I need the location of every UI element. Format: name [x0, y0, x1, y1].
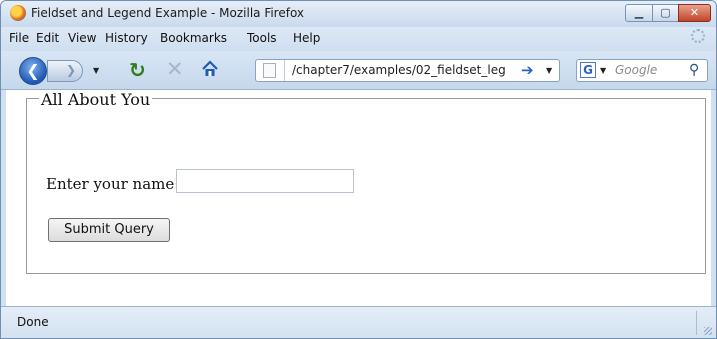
- magnifier-icon[interactable]: ⚲: [689, 62, 699, 78]
- menu-edit[interactable]: Edit: [36, 31, 59, 45]
- navigation-toolbar: ❮ ❯ ▼ ↻ ✕ /chapter7/examples/02_fieldset…: [1, 51, 716, 90]
- forward-button[interactable]: ❯: [47, 60, 83, 82]
- reload-icon[interactable]: ↻: [129, 58, 146, 82]
- submit-button[interactable]: Submit Query: [48, 218, 170, 242]
- status-text: Done: [17, 315, 49, 329]
- stop-icon[interactable]: ✕: [166, 57, 184, 81]
- page-icon: [263, 63, 276, 78]
- firefox-logo-icon: [10, 5, 26, 21]
- back-button[interactable]: ❮: [19, 57, 47, 85]
- history-dropdown-icon[interactable]: ▼: [93, 66, 99, 75]
- url-input[interactable]: /chapter7/examples/02_fieldset_leg: [292, 63, 506, 77]
- menu-history[interactable]: History: [105, 31, 148, 45]
- resize-grip-icon[interactable]: [704, 327, 712, 335]
- close-button[interactable]: ✕: [678, 4, 711, 22]
- maximize-button[interactable]: ▢: [652, 4, 679, 22]
- url-dropdown-icon[interactable]: ▼: [546, 66, 552, 75]
- home-icon[interactable]: [201, 60, 219, 78]
- google-engine-icon[interactable]: G: [580, 62, 596, 78]
- menu-help[interactable]: Help: [293, 31, 320, 45]
- menu-bar: File Edit View History Bookmarks Tools H…: [1, 27, 716, 51]
- window-title: Fieldset and Legend Example - Mozilla Fi…: [31, 6, 305, 20]
- url-separator: [284, 60, 285, 81]
- forward-arrow-icon: ❯: [66, 63, 77, 77]
- page-content: All About You Enter your name: Submit Qu…: [6, 90, 711, 306]
- search-bar[interactable]: G ▼ Google ⚲: [576, 59, 708, 82]
- menu-tools[interactable]: Tools: [247, 31, 277, 45]
- minimize-button[interactable]: ▁: [625, 4, 653, 22]
- address-bar[interactable]: /chapter7/examples/02_fieldset_leg ➔ ▼: [255, 59, 560, 82]
- menu-file[interactable]: File: [9, 31, 29, 45]
- browser-window: Fieldset and Legend Example - Mozilla Fi…: [0, 0, 717, 339]
- search-engine-dropdown-icon[interactable]: ▼: [600, 66, 606, 75]
- search-input[interactable]: Google: [615, 63, 657, 77]
- menu-view[interactable]: View: [68, 31, 96, 45]
- go-arrow-icon[interactable]: ➔: [521, 61, 534, 79]
- menu-bookmarks[interactable]: Bookmarks: [160, 31, 227, 45]
- fieldset-legend: All About You: [39, 90, 153, 109]
- status-separator: [696, 311, 697, 335]
- activity-throbber-icon: [691, 29, 705, 43]
- name-input[interactable]: [176, 169, 354, 193]
- back-arrow-icon: ❮: [26, 61, 40, 80]
- name-label: Enter your name:: [46, 175, 180, 193]
- status-bar: Done: [1, 306, 716, 338]
- title-bar: Fieldset and Legend Example - Mozilla Fi…: [1, 1, 716, 27]
